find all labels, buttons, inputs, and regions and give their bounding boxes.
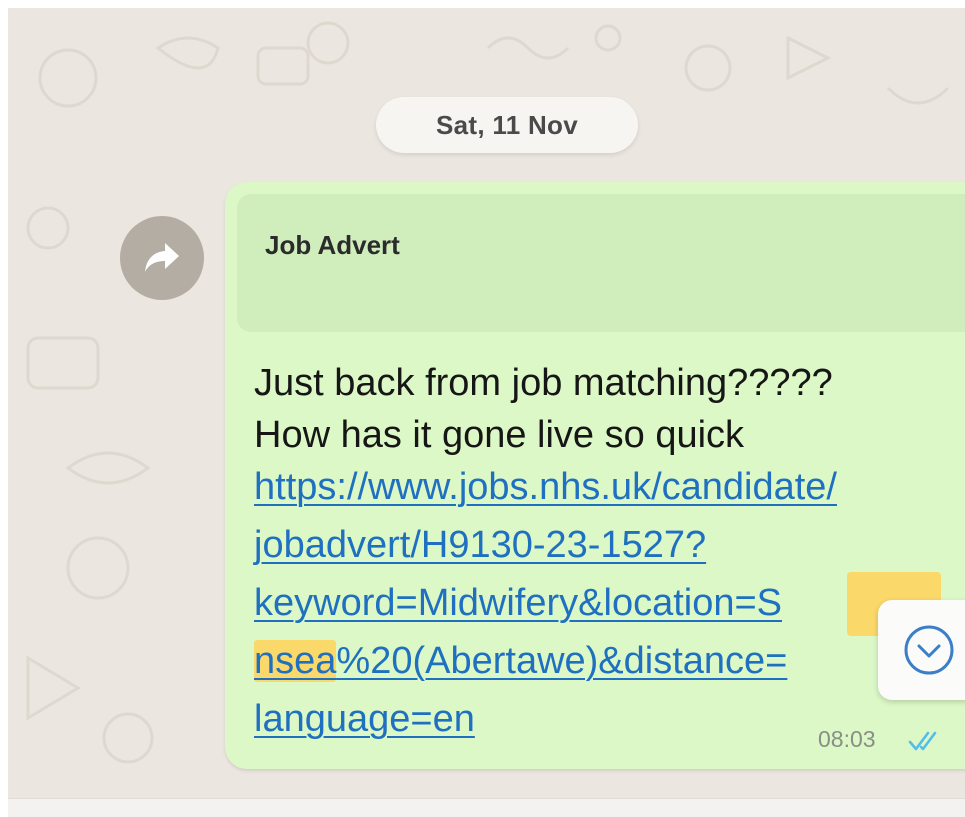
message-link-line[interactable]: nsea%20(Abertawe)&distance= <box>254 638 787 684</box>
message-bubble[interactable]: Job Advert Just back from job matching??… <box>225 182 965 769</box>
scroll-to-bottom-button[interactable] <box>878 600 965 700</box>
date-separator: Sat, 11 Nov <box>376 97 638 153</box>
composer-bar-edge <box>8 798 965 817</box>
quote-author: Job Advert <box>265 230 400 260</box>
message-link-line[interactable]: jobadvert/H9130-23-1527? <box>254 522 706 568</box>
message-link-line[interactable]: https://www.jobs.nhs.uk/candidate/ <box>254 464 837 510</box>
chat-screen: Sat, 11 Nov Job Advert Just back from jo… <box>0 0 965 817</box>
message-text-line: How has it gone live so quick <box>254 414 745 456</box>
message-link-line[interactable]: language=en <box>254 696 475 742</box>
date-label: Sat, 11 Nov <box>435 109 579 140</box>
forward-arrow-icon <box>145 243 179 272</box>
forward-button[interactable] <box>120 216 204 300</box>
message-timestamp: 08:03 <box>818 726 876 752</box>
chevron-down-circle-icon <box>904 625 954 675</box>
message-text-line: Just back from job matching????? <box>254 362 833 404</box>
double-check-icon <box>908 731 937 751</box>
quoted-message[interactable]: Job Advert <box>237 194 965 332</box>
message-link-line[interactable]: keyword=Midwifery&location=S <box>254 580 782 626</box>
message-link-text: %20(Abertawe)&distance= <box>336 640 788 682</box>
search-highlight-text: nsea <box>254 640 337 682</box>
